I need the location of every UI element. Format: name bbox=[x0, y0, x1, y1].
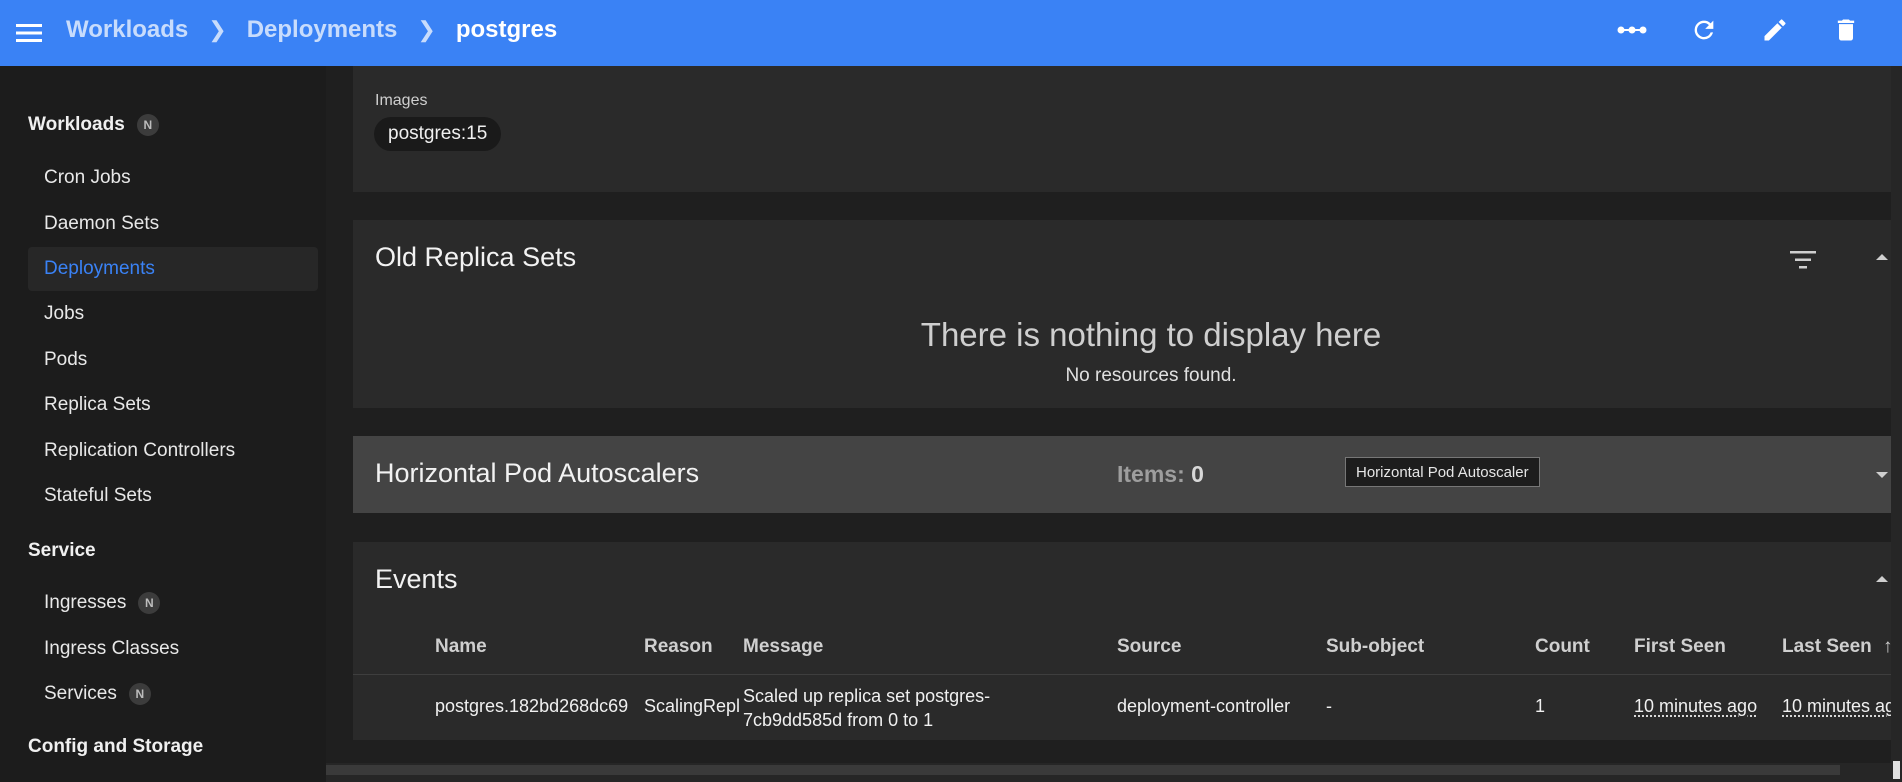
event-source: deployment-controller bbox=[1117, 696, 1291, 716]
old-replica-sets-title: Old Replica Sets bbox=[375, 242, 577, 272]
edit-icon[interactable] bbox=[1757, 13, 1793, 47]
column-header-count[interactable]: Count bbox=[1535, 636, 1590, 658]
vertical-scrollbar[interactable] bbox=[1891, 66, 1902, 782]
new-badge: N bbox=[128, 683, 151, 705]
event-message-line-1: Scaled up replica set postgres- bbox=[743, 686, 991, 706]
sidebar-item-daemon-sets[interactable]: Daemon Sets bbox=[28, 202, 318, 246]
sidebar-item-jobs[interactable]: Jobs bbox=[28, 292, 318, 336]
menu-icon[interactable] bbox=[14, 18, 44, 48]
event-name: postgres.182bd268dc69 bbox=[435, 696, 629, 716]
new-badge: N bbox=[136, 114, 159, 136]
sidebar-section-label: Service bbox=[28, 540, 96, 561]
more-icon[interactable] bbox=[1614, 13, 1650, 47]
sidebar-item-label: Jobs bbox=[44, 303, 85, 324]
column-header-label: Last Seen bbox=[1782, 636, 1872, 657]
sidebar-section-label: Workloads bbox=[28, 114, 125, 135]
column-header-source[interactable]: Source bbox=[1117, 636, 1181, 658]
sidebar-section-service[interactable]: Service bbox=[28, 540, 96, 562]
scrollbar-thumb[interactable] bbox=[326, 765, 1840, 775]
items-count: Items: 0 bbox=[1117, 461, 1204, 488]
items-count-value: 0 bbox=[1191, 461, 1204, 487]
image-chip: postgres:15 bbox=[374, 117, 502, 151]
column-header-reason[interactable]: Reason bbox=[644, 636, 713, 658]
sidebar-item-deployments[interactable]: Deployments bbox=[28, 247, 318, 291]
sidebar-section-config-and-storage[interactable]: Config and Storage bbox=[28, 736, 203, 758]
sidebar-item-services[interactable]: Services N bbox=[28, 672, 318, 716]
chevron-right-icon: ❯ bbox=[417, 17, 436, 42]
sidebar-item-pods[interactable]: Pods bbox=[28, 338, 318, 382]
sidebar-item-ingress-classes[interactable]: Ingress Classes bbox=[28, 627, 318, 671]
new-badge: N bbox=[138, 592, 161, 614]
top-app-bar: Workloads ❯ Deployments ❯ postgres bbox=[0, 0, 1902, 66]
breadcrumb-deployments[interactable]: Deployments bbox=[247, 16, 398, 44]
column-header-name[interactable]: Name bbox=[435, 636, 487, 658]
sidebar-item-label: Replication Controllers bbox=[44, 440, 236, 461]
sidebar-item-label: Services bbox=[44, 683, 117, 704]
column-header-sub-object[interactable]: Sub-object bbox=[1326, 636, 1424, 658]
old-replica-sets-panel: Old Replica Sets There is nothing to dis… bbox=[353, 220, 1902, 408]
delete-icon[interactable] bbox=[1828, 13, 1864, 47]
empty-state-title: There is nothing to display here bbox=[920, 316, 1382, 353]
event-last-seen[interactable]: 10 minutes ago bbox=[1782, 696, 1902, 717]
breadcrumb: Workloads ❯ Deployments ❯ postgres bbox=[66, 0, 557, 60]
sidebar-item-stateful-sets[interactable]: Stateful Sets bbox=[28, 474, 318, 518]
sidebar-item-label: Deployments bbox=[44, 258, 155, 279]
event-first-seen[interactable]: 10 minutes ago bbox=[1634, 696, 1779, 717]
sidebar: Workloads N Cron Jobs Daemon Sets Deploy… bbox=[0, 66, 326, 782]
sidebar-section-label: Config and Storage bbox=[28, 736, 204, 757]
horizontal-scrollbar[interactable] bbox=[326, 763, 1892, 782]
breadcrumb-workloads[interactable]: Workloads bbox=[66, 16, 188, 44]
events-title: Events bbox=[375, 564, 458, 594]
event-count: 1 bbox=[1535, 696, 1546, 716]
collapse-icon[interactable] bbox=[1874, 572, 1890, 586]
refresh-icon[interactable] bbox=[1686, 13, 1722, 47]
sidebar-item-label: Ingresses bbox=[44, 592, 127, 613]
sidebar-item-label: Stateful Sets bbox=[44, 485, 152, 506]
sidebar-item-label: Pods bbox=[44, 349, 88, 370]
event-message-line-2: 7cb9dd585d from 0 to 1 bbox=[743, 710, 934, 730]
sidebar-item-ingresses[interactable]: Ingresses N bbox=[28, 581, 318, 625]
chevron-right-icon: ❯ bbox=[208, 17, 227, 42]
column-header-message[interactable]: Message bbox=[743, 636, 823, 658]
filter-icon[interactable] bbox=[1789, 248, 1817, 272]
sidebar-item-label: Ingress Classes bbox=[44, 638, 180, 659]
sidebar-section-workloads[interactable]: Workloads N bbox=[28, 114, 159, 136]
sidebar-item-label: Daemon Sets bbox=[44, 213, 160, 234]
empty-state-subtitle: No resources found. bbox=[1065, 365, 1237, 386]
event-sub-object: - bbox=[1326, 696, 1332, 716]
images-label: Images bbox=[375, 92, 428, 109]
sidebar-item-replication-controllers[interactable]: Replication Controllers bbox=[28, 429, 318, 473]
scrollbar-thumb[interactable] bbox=[1893, 761, 1900, 779]
event-reason: ScalingReplicaSet bbox=[644, 696, 739, 716]
page-title: postgres bbox=[455, 16, 558, 43]
sidebar-item-label: Cron Jobs bbox=[44, 167, 131, 188]
tooltip: Horizontal Pod Autoscaler bbox=[1345, 457, 1540, 487]
column-header-first-seen[interactable]: First Seen bbox=[1634, 636, 1726, 658]
sidebar-item-label: Replica Sets bbox=[44, 394, 151, 415]
images-panel: Images postgres:15 bbox=[353, 66, 1902, 192]
items-count-label: Items: bbox=[1117, 461, 1185, 487]
expand-icon[interactable] bbox=[1874, 468, 1890, 482]
hpa-panel-header[interactable]: Horizontal Pod Autoscalers Items: 0 Hori… bbox=[353, 436, 1902, 513]
column-header-last-seen[interactable]: Last Seen ↑ bbox=[1782, 636, 1902, 658]
collapse-icon[interactable] bbox=[1874, 250, 1890, 264]
hpa-title: Horizontal Pod Autoscalers bbox=[375, 458, 700, 488]
sidebar-item-cron-jobs[interactable]: Cron Jobs bbox=[28, 156, 318, 200]
sidebar-item-replica-sets[interactable]: Replica Sets bbox=[28, 383, 318, 427]
